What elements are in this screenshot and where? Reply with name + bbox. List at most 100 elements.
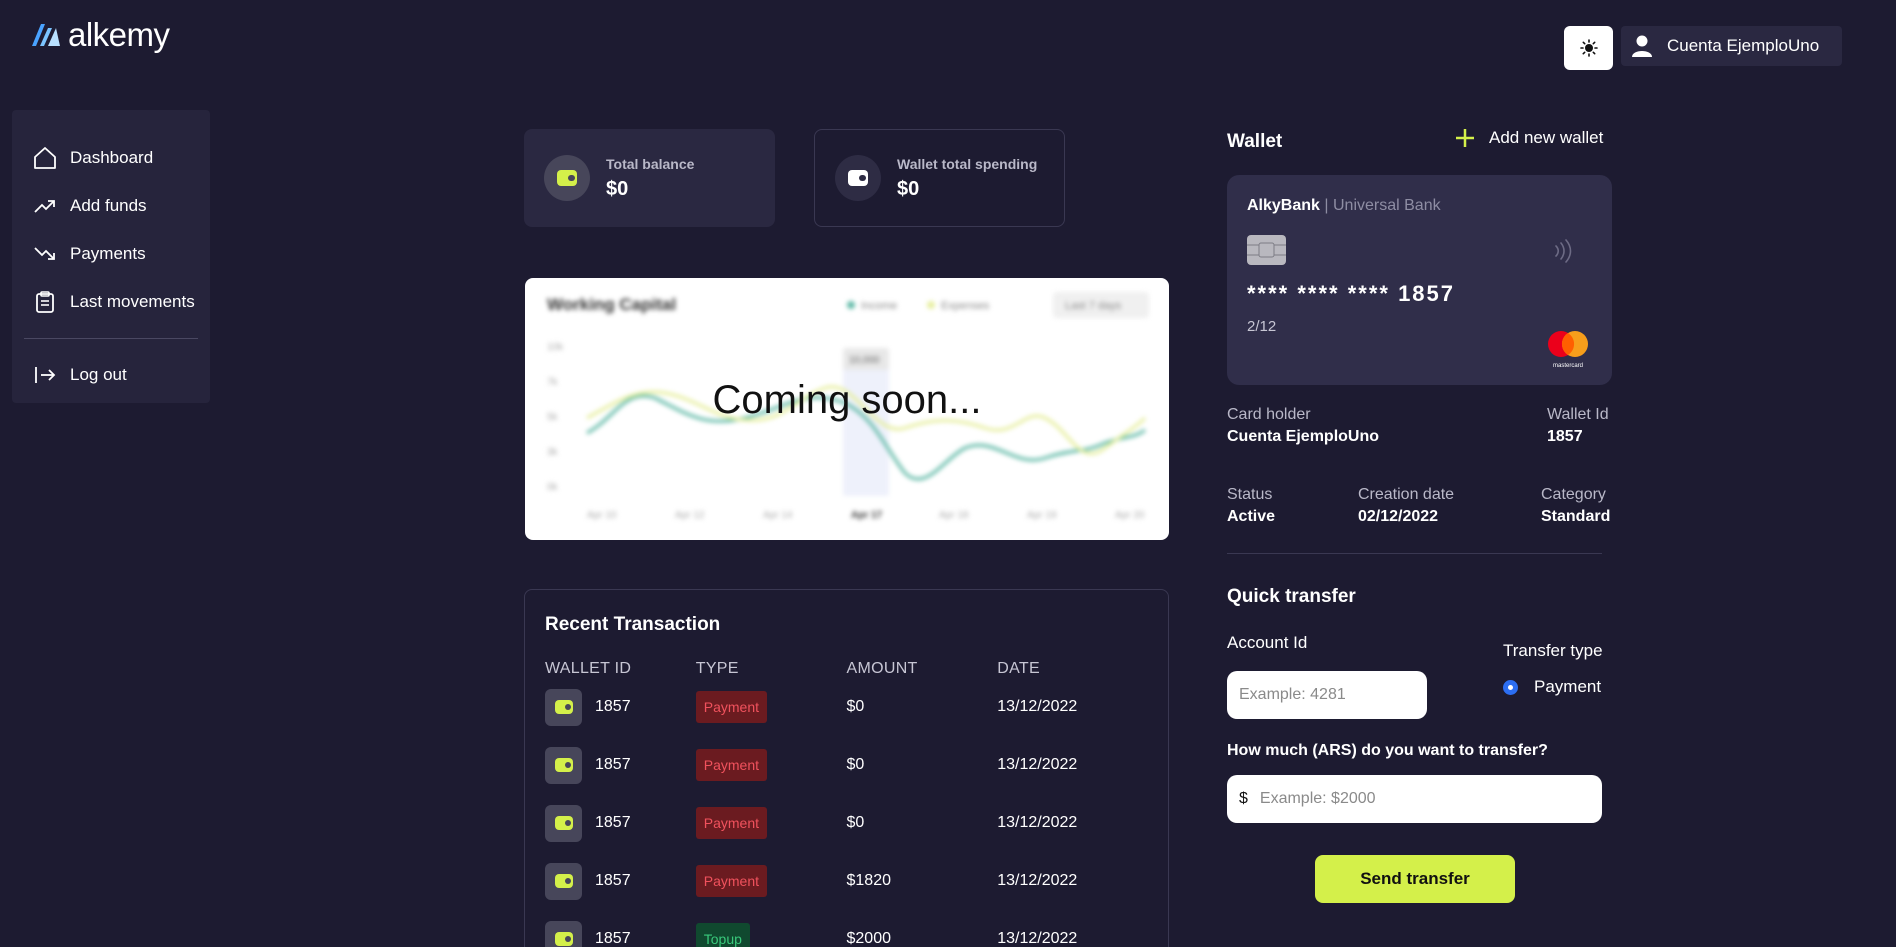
sidebar-item-label: Add funds (70, 196, 147, 215)
sidebar-item-label: Dashboard (70, 148, 154, 167)
sidebar-item-last-movements[interactable]: Last movements (12, 278, 210, 326)
column-header: TYPE (695, 660, 739, 677)
wallet-spending-value: $0 (897, 177, 920, 200)
total-balance-card: Total balance $0 (524, 129, 775, 227)
amount-cell: $0 (846, 756, 865, 773)
category-block: Category Standard (1541, 486, 1610, 526)
category-label: Category (1541, 486, 1606, 503)
table-row[interactable]: 1857 Payment $0 13/12/2022 (545, 794, 1148, 852)
column-header: AMOUNT (846, 660, 918, 677)
creation-date-value: 02/12/2022 (1358, 508, 1439, 525)
card-chip-icon (1247, 235, 1286, 265)
amount-label: How much (ARS) do you want to transfer? (1227, 742, 1548, 759)
amount-input[interactable] (1259, 790, 1602, 808)
sidebar: Dashboard Add funds Payments Last moveme… (12, 110, 210, 403)
card-number: **** **** **** 1857 (1247, 281, 1456, 306)
user-icon (1632, 35, 1652, 57)
amount-field[interactable]: $ (1227, 775, 1602, 823)
wallet-id-cell: 1857 (595, 872, 631, 889)
account-id-label: Account Id (1227, 633, 1308, 652)
bank-separator: | (1324, 197, 1329, 214)
x-tick: Apr 12 (675, 510, 705, 521)
wallet-id-cell: 1857 (595, 814, 631, 831)
bank-card[interactable]: AlkyBank | Universal Bank **** **** ****… (1227, 175, 1612, 385)
sidebar-item-label: Payments (70, 244, 146, 263)
wallet-icon (545, 862, 582, 900)
home-icon (32, 145, 58, 171)
transfer-type-payment-radio[interactable]: Payment (1503, 677, 1601, 697)
contactless-icon (1552, 237, 1574, 270)
wallet-spending-label: Wallet total spending (897, 155, 1038, 172)
transfer-type-label: Transfer type (1503, 641, 1603, 660)
currency-prefix: $ (1239, 790, 1248, 807)
wallet-icon (545, 746, 582, 784)
logo-text: alkemy (68, 16, 170, 53)
wallet-icon (544, 155, 590, 201)
amount-cell: $2000 (846, 930, 892, 947)
logout-label: Log out (70, 365, 127, 384)
wallet-spending-card: Wallet total spending $0 (814, 129, 1065, 227)
type-badge: Payment (695, 807, 767, 839)
account-name: Cuenta EjemploUno (1667, 36, 1820, 55)
account-menu-button[interactable]: Cuenta EjemploUno (1621, 26, 1842, 66)
clipboard-icon (32, 289, 58, 315)
logout-button[interactable]: Log out (12, 351, 210, 399)
sidebar-divider (24, 338, 198, 339)
send-transfer-button[interactable]: Send transfer (1315, 855, 1515, 903)
sidebar-item-add-funds[interactable]: Add funds (12, 182, 210, 230)
add-wallet-label: Add new wallet (1489, 128, 1604, 147)
wallet-id-block: Wallet Id 1857 (1547, 406, 1609, 446)
status-block: Status Active (1227, 486, 1275, 526)
table-header: WALLET ID TYPE AMOUNT DATE (545, 660, 1148, 678)
chart-title: Working Capital (547, 295, 676, 314)
y-tick: 0k (547, 482, 559, 493)
wallet-id-cell: 1857 (595, 698, 631, 715)
category-value: Standard (1541, 508, 1611, 525)
bank-name-text: AlkyBank (1247, 197, 1320, 214)
sun-icon (1579, 39, 1598, 57)
card-network: mastercard (1553, 363, 1583, 369)
sidebar-item-dashboard[interactable]: Dashboard (12, 134, 210, 182)
mastercard-logo: mastercard (1544, 329, 1592, 369)
table-row[interactable]: 1857 Payment $0 13/12/2022 (545, 736, 1148, 794)
amount-cell: $0 (846, 814, 865, 831)
recent-transactions-title: Recent Transaction (545, 614, 721, 635)
x-tick: Apr 14 (763, 510, 793, 521)
amount-cell: $1820 (846, 872, 892, 889)
sidebar-item-payments[interactable]: Payments (12, 230, 210, 278)
y-tick: 10k (547, 342, 564, 353)
alkemy-logo-mark (32, 23, 60, 46)
y-tick: 3k (547, 447, 559, 458)
creation-date-label: Creation date (1358, 486, 1455, 503)
theme-toggle-button[interactable] (1564, 26, 1613, 70)
total-balance-value: $0 (606, 177, 629, 200)
transfer-type-option-label: Payment (1534, 677, 1602, 696)
chart-tooltip: 10,000 (849, 355, 880, 366)
status-label: Status (1227, 486, 1273, 503)
recent-transactions-card: Recent Transaction WALLET ID TYPE AMOUNT… (524, 589, 1169, 947)
wallet-id-cell: 1857 (595, 930, 631, 947)
table-row[interactable]: 1857 Topup $2000 13/12/2022 (545, 910, 1148, 947)
column-header: DATE (997, 660, 1040, 677)
x-tick: Apr 17 (851, 510, 883, 521)
range-select: Last 7 days (1065, 300, 1122, 312)
working-capital-preview: Working Capital Income Expenses Last 7 d… (525, 278, 1169, 540)
bank-subtitle: Universal Bank (1332, 197, 1441, 214)
quick-transfer-title: Quick transfer (1227, 586, 1356, 607)
type-badge: Topup (695, 923, 750, 947)
alkemy-logo[interactable]: alkemy (30, 18, 170, 51)
date-cell: 13/12/2022 (997, 814, 1078, 831)
account-id-input[interactable] (1227, 671, 1427, 719)
radio-selected-icon[interactable] (1503, 679, 1518, 695)
wallet-icon (545, 920, 582, 947)
card-holder-block: Card holder Cuenta EjemploUno (1227, 406, 1379, 446)
add-wallet-button[interactable]: Add new wallet (1455, 128, 1603, 148)
table-row[interactable]: 1857 Payment $1820 13/12/2022 (545, 852, 1148, 910)
card-holder-label: Card holder (1227, 406, 1311, 423)
trend-down-icon (32, 241, 58, 267)
wallet-divider (1227, 553, 1602, 554)
wallet-title: Wallet (1227, 131, 1283, 152)
type-badge: Payment (695, 749, 767, 781)
table-row[interactable]: 1857 Payment $0 13/12/2022 (545, 678, 1148, 736)
trend-up-icon (32, 193, 58, 219)
